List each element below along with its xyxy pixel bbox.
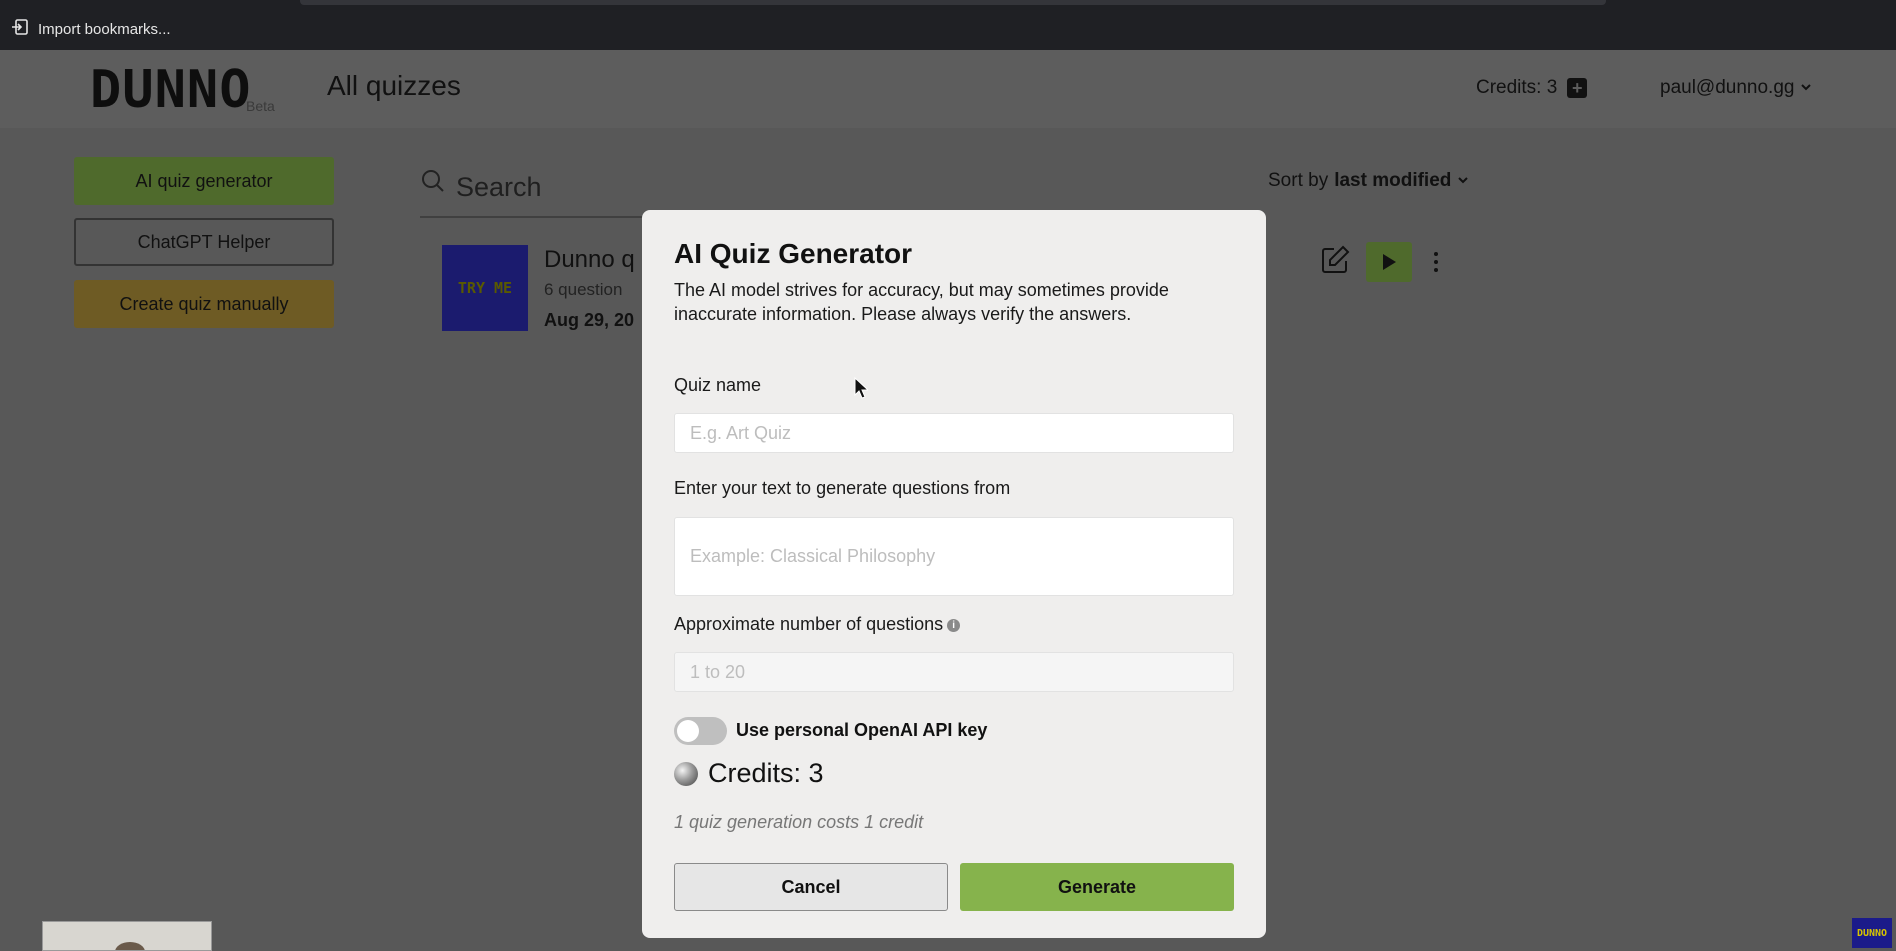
- question-count-label-row: Approximate number of questions i: [674, 614, 961, 635]
- header-credits: Credits: 3 +: [1476, 77, 1588, 99]
- page-title: All quizzes: [327, 70, 461, 101]
- ai-quiz-generator-modal: AI Quiz Generator The AI model strives f…: [642, 210, 1266, 938]
- modal-credits: Credits: 3: [674, 758, 824, 789]
- modal-description: The AI model strives for accuracy, but m…: [674, 280, 1169, 324]
- create-quiz-manually-button[interactable]: Create quiz manually: [74, 280, 334, 328]
- add-credits-icon[interactable]: +: [1567, 78, 1588, 98]
- mouse-cursor-icon: [854, 377, 868, 399]
- coin-icon: [674, 761, 698, 786]
- chatgpt-helper-button[interactable]: ChatGPT Helper: [74, 218, 334, 266]
- user-menu[interactable]: paul@dunno.gg: [1660, 77, 1812, 99]
- toggle-knob: [677, 720, 699, 742]
- openai-key-toggle[interactable]: [674, 717, 727, 745]
- quiz-thumbnail-text: TRY ME: [457, 279, 513, 297]
- import-bookmarks-label: Import bookmarks...: [38, 20, 171, 38]
- browser-bookmark-bar: Import bookmarks...: [0, 0, 1896, 50]
- play-quiz-button[interactable]: [1366, 242, 1412, 282]
- modal-title: AI Quiz Generator: [674, 238, 913, 269]
- webcam-person: [115, 942, 145, 950]
- question-count-input[interactable]: [674, 652, 1234, 692]
- dunno-logo[interactable]: DUNNO: [90, 60, 252, 120]
- ai-quiz-generator-button[interactable]: AI quiz generator: [74, 157, 334, 205]
- corner-logo: DUNNO: [1852, 918, 1892, 948]
- quiz-card-actions: [1318, 242, 1446, 282]
- browser-tab-strip: [300, 0, 1606, 5]
- search-input[interactable]: Search: [456, 172, 542, 203]
- edit-icon[interactable]: [1318, 243, 1352, 282]
- header-credits-label: Credits: 3: [1476, 77, 1558, 98]
- search-icon: [420, 168, 446, 194]
- sort-value: last modified: [1334, 170, 1452, 191]
- openai-key-toggle-label: Use personal OpenAI API key: [736, 720, 988, 740]
- beta-badge: Beta: [246, 98, 275, 114]
- question-count-label: Approximate number of questions: [674, 614, 944, 634]
- info-icon[interactable]: i: [947, 618, 961, 632]
- play-icon: [1383, 254, 1396, 270]
- quiz-name-input[interactable]: [674, 413, 1234, 453]
- import-icon: [10, 17, 30, 41]
- import-bookmarks-link[interactable]: Import bookmarks...: [10, 18, 171, 40]
- chevron-down-icon: [1800, 77, 1812, 99]
- generate-button[interactable]: Generate: [960, 863, 1234, 911]
- more-options-icon[interactable]: [1426, 247, 1446, 277]
- webcam-overlay: [42, 921, 212, 951]
- chevron-down-icon: [1457, 170, 1469, 192]
- source-text-input[interactable]: [674, 517, 1234, 596]
- sort-dropdown[interactable]: Sort by last modified: [1268, 170, 1469, 192]
- quiz-question-count: 6 question: [544, 280, 623, 299]
- modal-credits-label: Credits: 3: [708, 758, 824, 788]
- cost-note: 1 quiz generation costs 1 credit: [674, 812, 924, 832]
- quiz-date: Aug 29, 20: [544, 310, 635, 330]
- quiz-name-label: Quiz name: [674, 375, 762, 395]
- cancel-button[interactable]: Cancel: [674, 863, 948, 911]
- sort-prefix: Sort by: [1268, 170, 1329, 191]
- quiz-title[interactable]: Dunno q: [544, 246, 635, 274]
- source-text-label: Enter your text to generate questions fr…: [674, 478, 1011, 498]
- user-email: paul@dunno.gg: [1660, 77, 1795, 98]
- quiz-thumbnail[interactable]: TRY ME: [442, 245, 528, 331]
- app-header: DUNNO Beta All quizzes Credits: 3 + paul…: [0, 50, 1896, 128]
